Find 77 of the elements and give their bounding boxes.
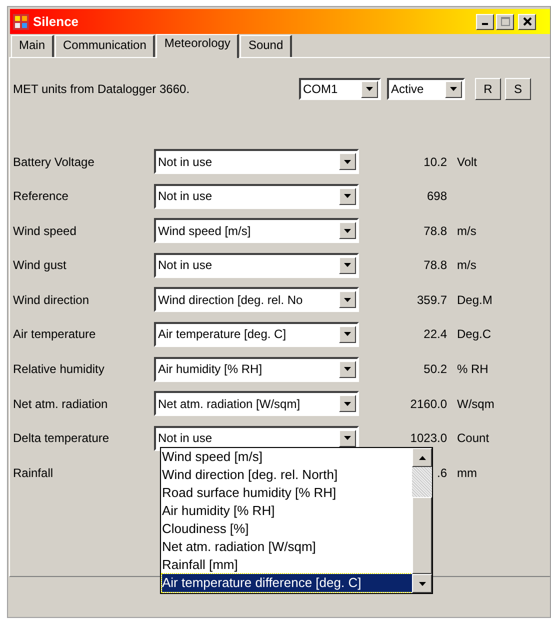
field-label: Reference [12,189,70,204]
window-title: Silence [33,14,79,29]
caret-icon [344,367,351,372]
port-dropdown[interactable]: COM1 [299,78,381,100]
caret-icon [344,228,351,233]
field-label: Net atm. radiation [12,396,109,411]
scrollbar[interactable] [412,448,432,593]
reading-value: 10.2 [424,154,447,168]
reading-value: 78.8 [424,224,447,238]
source-dropdown[interactable]: Not in use [154,252,359,278]
letter-button[interactable]: S [505,78,531,100]
field-label: Wind speed [12,224,78,238]
reading-value: 78.8 [424,258,447,272]
field-label: Rainfall [12,466,54,480]
list-option[interactable]: Air humidity [% RH] [162,502,412,520]
field-label: Air temperature [12,327,97,342]
caret-icon [344,160,351,164]
list-option[interactable]: Road surface humidity [% RH] [162,484,412,502]
unit-label: % RH [457,362,488,376]
reading-value: 2160.0 [410,396,447,411]
caret-icon [344,298,351,302]
list-option[interactable]: Wind speed [m/s] [162,448,412,466]
mode-dropdown[interactable]: Active [387,78,465,100]
source-dropdown[interactable]: Wind direction [deg. rel. No [154,287,359,312]
unit-label: mm [457,466,477,480]
caret-icon [366,87,373,91]
unit-label: Deg.C [457,327,492,342]
tab[interactable]: Sound [240,35,292,57]
reading-value: 359.7 [416,292,447,307]
caret-icon [344,263,351,268]
caret-icon [344,332,351,336]
source-dropdown[interactable]: Wind speed [m/s] [154,218,359,244]
source-dropdown[interactable]: Air temperature [deg. C] [154,322,359,347]
tab[interactable]: Main [11,35,54,57]
letter-button[interactable]: R [475,78,501,100]
close-icon [522,17,532,26]
unit-label: Volt [457,154,478,168]
tab[interactable]: Meteorology [156,34,240,58]
caret-icon [450,87,457,91]
caret-icon [418,456,426,460]
field-label: Wind gust [12,258,68,272]
unit-label: m/s [457,224,476,238]
reading-value: 698 [426,189,447,204]
minimize-button[interactable] [476,14,494,30]
caret-icon [418,582,426,586]
field-label: Relative humidity [12,362,106,376]
unit-label: m/s [457,258,476,272]
list-option[interactable]: Net atm. radiation [W/sqm] [162,538,412,556]
close-button[interactable] [518,14,536,30]
field-label: Delta temperature [12,431,110,446]
field-label: Battery Voltage [12,154,96,168]
max-icon [500,17,510,26]
list-option[interactable]: Rainfall [mm] [162,556,412,574]
list-option[interactable]: Wind direction [deg. rel. North] [162,466,412,484]
scroll-thumb[interactable] [412,497,432,574]
app-icon [13,14,29,30]
caret-icon [344,402,351,406]
caret-icon [344,436,351,440]
reading-value: 22.4 [424,327,447,342]
unit-label: W/sqm [457,396,494,411]
source-dropdown[interactable]: Air humidity [% RH] [154,356,359,382]
list-option[interactable]: Cloudiness [%] [162,520,412,538]
caret-icon [344,194,351,198]
list-option[interactable]: Air temperature difference [deg. C] [162,574,412,592]
reading-value: 1023.0 [410,431,447,446]
unit-label: Count [457,431,490,446]
maximize-button[interactable] [496,14,514,30]
source-dropdown[interactable]: Not in use [154,149,359,174]
description-text: MET units from Datalogger 3660. [13,82,191,96]
reading-value: 50.2 [424,362,447,376]
unit-label: Deg.M [457,292,492,307]
source-dropdown[interactable]: Not in use [154,184,359,209]
field-label: Wind direction [12,292,90,307]
source-dropdown[interactable]: Net atm. radiation [W/sqm] [154,391,359,416]
reading-value: .6 [436,466,447,480]
scroll-down-button[interactable] [412,574,432,593]
scroll-up-button[interactable] [412,448,432,467]
